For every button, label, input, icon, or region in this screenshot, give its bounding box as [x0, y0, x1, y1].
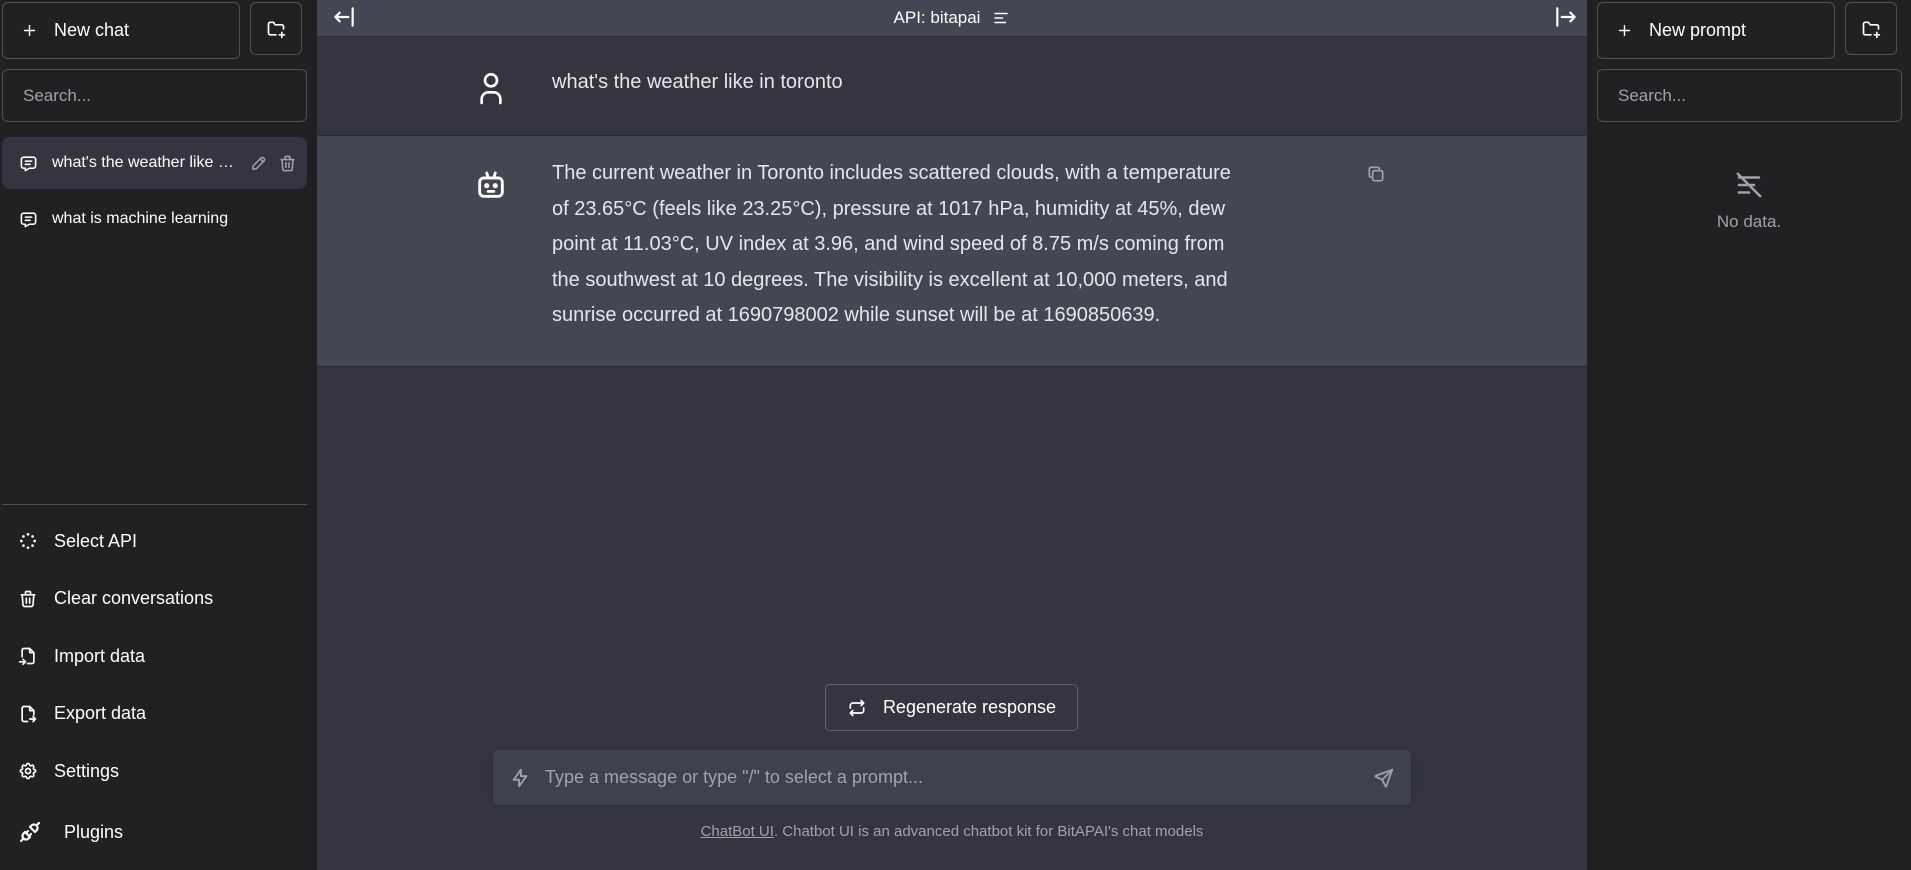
file-export-icon	[18, 704, 38, 724]
export-data-button[interactable]: Export data	[2, 685, 307, 743]
conversation-title: what is machine learning	[52, 210, 229, 227]
select-api-label: Select API	[54, 530, 138, 551]
message-composer	[493, 750, 1411, 805]
chat-main: API: bitapai what's the weather like in …	[317, 0, 1587, 870]
left-sidebar: New chat what's the weather like in toro…	[0, 0, 317, 870]
clear-conversations-label: Clear conversations	[54, 588, 214, 609]
api-label: API: bitapai	[893, 8, 981, 27]
file-import-icon	[18, 646, 38, 666]
folder-plus-icon	[1861, 19, 1881, 39]
message-icon	[19, 210, 38, 229]
footer-text: . Chatbot UI is an advanced chatbot kit …	[773, 823, 1204, 840]
conversation-actions	[250, 154, 297, 173]
new-prompt-label: New prompt	[1649, 20, 1747, 40]
clear-conversations-button[interactable]: Clear conversations	[2, 570, 307, 628]
regenerate-response-button[interactable]: Regenerate response	[825, 684, 1078, 731]
conversation-item[interactable]: what is machine learning	[2, 193, 307, 245]
plus-icon	[1616, 22, 1633, 39]
plug-icon	[18, 820, 42, 844]
pencil-icon[interactable]	[250, 154, 268, 172]
user-message-text: what's the weather like in toronto	[552, 71, 843, 93]
select-api-button[interactable]: Select API	[2, 513, 307, 571]
left-sidebar-header: New chat	[0, 0, 317, 59]
settings-button[interactable]: Settings	[2, 743, 307, 801]
plugins-button[interactable]: Plugins	[2, 800, 307, 864]
robot-icon	[474, 168, 508, 202]
trash-icon[interactable]	[278, 154, 297, 173]
plugins-label: Plugins	[64, 821, 124, 842]
footer-note: ChatBot UI. Chatbot UI is an advanced ch…	[317, 823, 1587, 840]
export-data-label: Export data	[54, 703, 147, 724]
conversation-title: what's the weather like in toronto	[52, 154, 236, 171]
sidebar-settings-menu: Select API Clear conversations Import da…	[2, 503, 307, 870]
collapse-left-sidebar-icon[interactable]	[331, 4, 357, 30]
import-data-button[interactable]: Import data	[2, 628, 307, 686]
new-prompt-button[interactable]: New prompt	[1597, 2, 1835, 59]
trash-icon	[18, 589, 38, 609]
chat-header: API: bitapai	[317, 0, 1587, 37]
new-folder-button[interactable]	[250, 2, 302, 55]
message-icon	[19, 154, 38, 173]
message-input[interactable]	[545, 767, 1373, 788]
new-chat-label: New chat	[54, 20, 130, 40]
repeat-icon	[847, 698, 867, 718]
plus-icon	[21, 22, 38, 39]
dots-grid-icon	[18, 531, 38, 551]
copy-icon[interactable]	[1366, 164, 1386, 184]
send-icon[interactable]	[1373, 767, 1395, 789]
user-avatar-icon	[475, 69, 507, 105]
conversation-search-input[interactable]	[2, 69, 307, 122]
user-message: what's the weather like in toronto	[317, 37, 1587, 136]
conversation-list: what's the weather like in toronto what …	[0, 137, 317, 245]
conversation-item[interactable]: what's the weather like in toronto	[2, 137, 307, 189]
chatbot-ui-link[interactable]: ChatBot UI	[701, 823, 774, 840]
new-chat-button[interactable]: New chat	[2, 2, 240, 59]
empty-state-text: No data.	[1716, 212, 1782, 231]
new-prompt-folder-button[interactable]	[1845, 2, 1897, 55]
bolt-icon[interactable]	[509, 767, 531, 789]
settings-label: Settings	[54, 760, 120, 781]
empty-state: No data.	[1587, 170, 1911, 232]
import-data-label: Import data	[54, 645, 146, 666]
assistant-message-text: The current weather in Toronto includes …	[552, 162, 1231, 326]
regenerate-label: Regenerate response	[882, 697, 1057, 717]
gear-icon	[18, 761, 38, 781]
right-sidebar: New prompt No data.	[1587, 0, 1911, 870]
assistant-message: The current weather in Toronto includes …	[317, 136, 1587, 367]
menu-lines-icon	[992, 9, 1010, 27]
prompt-search-input[interactable]	[1597, 69, 1902, 122]
api-selector[interactable]: API: bitapai	[894, 8, 1011, 28]
folder-plus-icon	[266, 19, 286, 39]
right-sidebar-header: New prompt	[1587, 0, 1911, 59]
collapse-right-sidebar-icon[interactable]	[1553, 4, 1579, 30]
list-off-icon	[1734, 170, 1764, 200]
